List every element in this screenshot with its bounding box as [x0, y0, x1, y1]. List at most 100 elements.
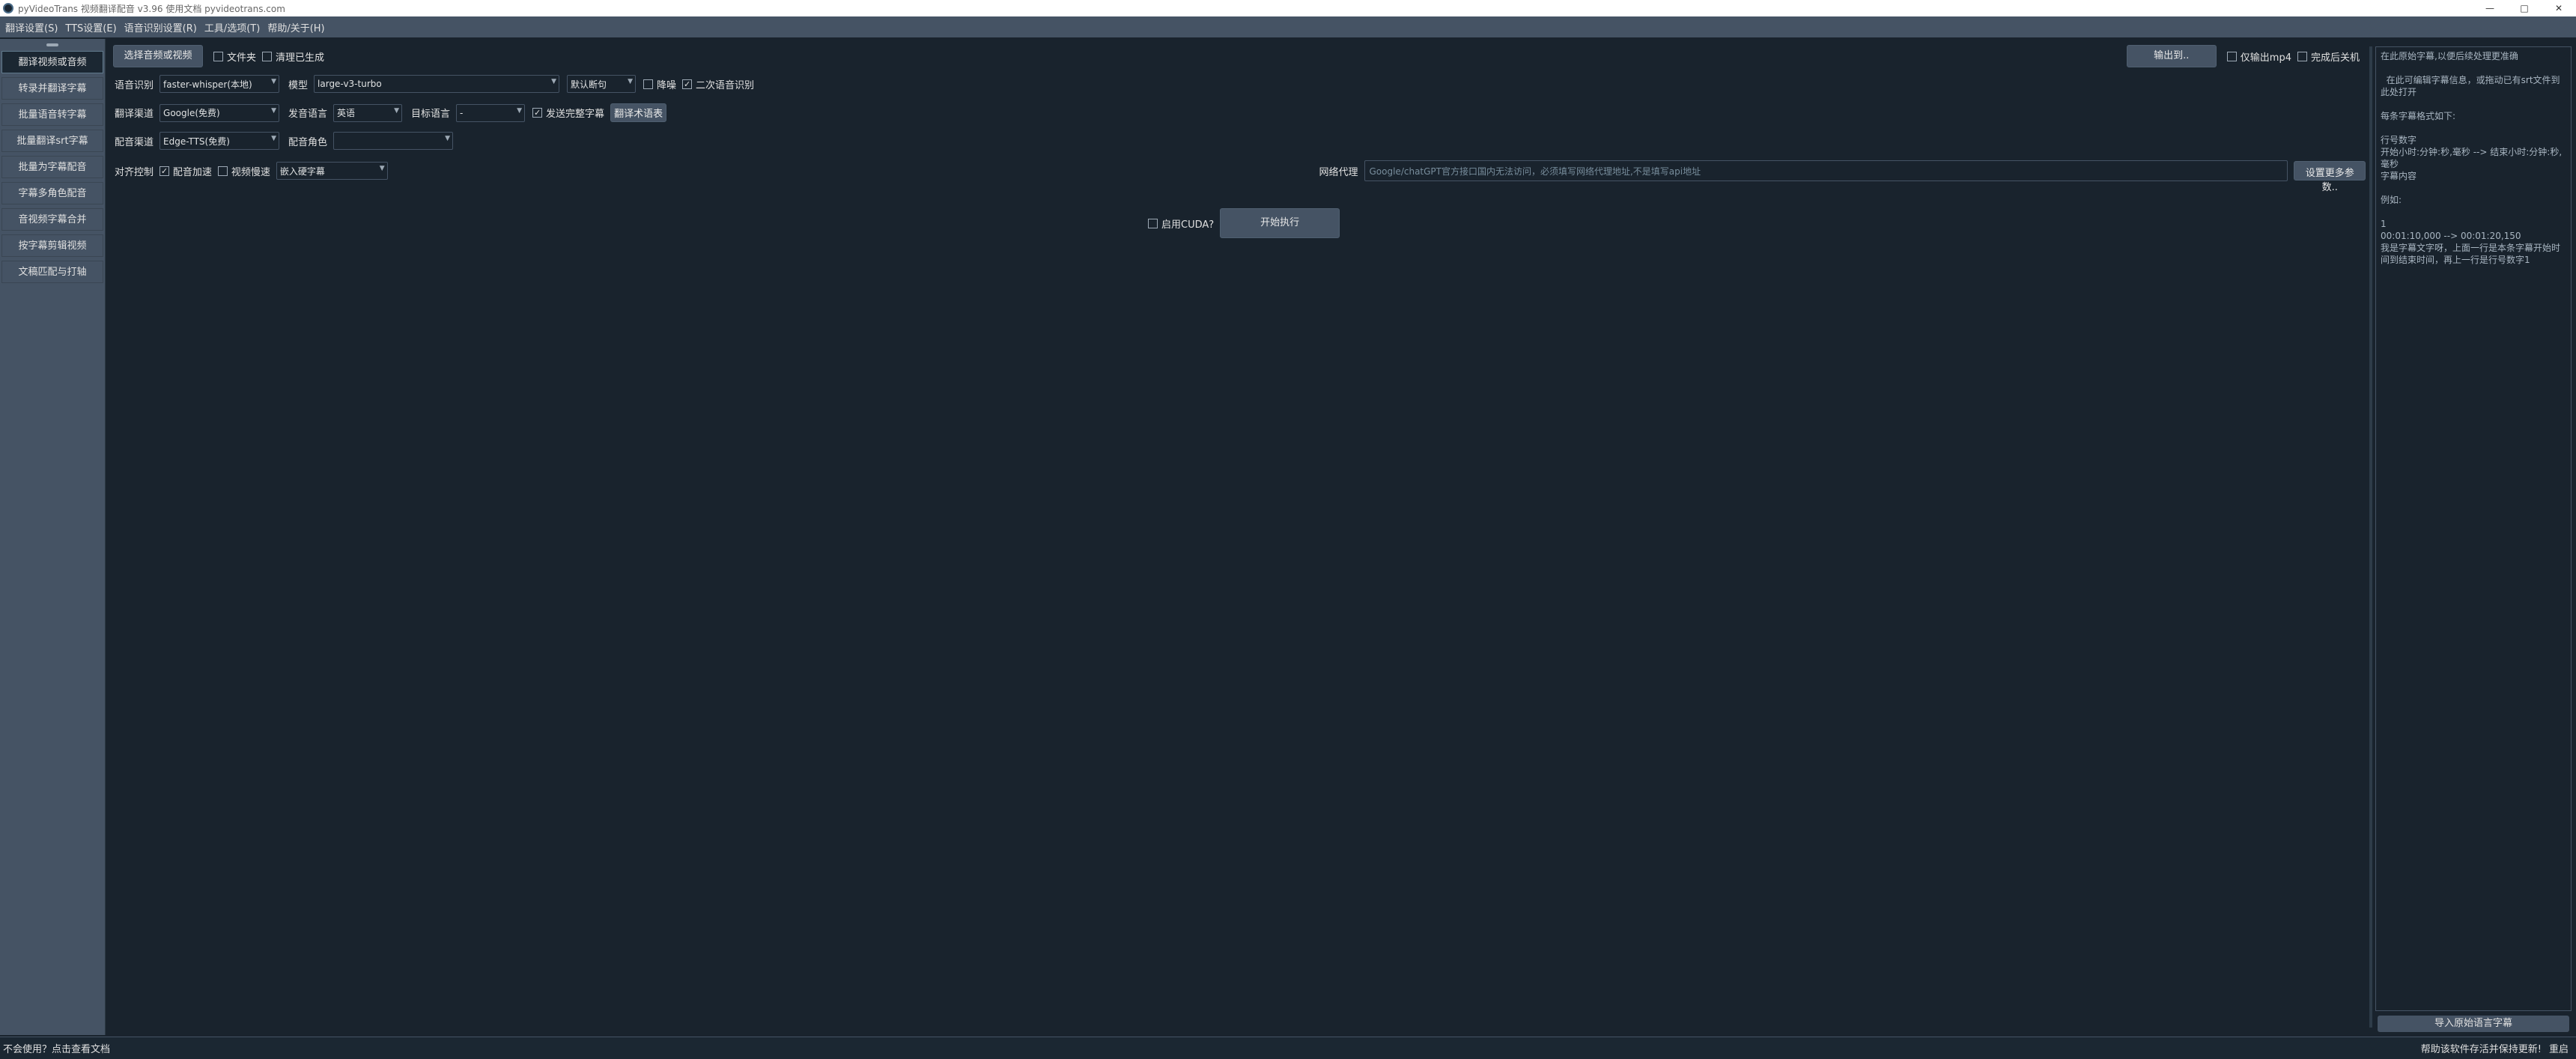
- split-select[interactable]: 默认断句 ▼: [567, 75, 637, 93]
- translate-select-value: Google(免费): [163, 108, 220, 118]
- main-panel: 选择音频或视频 文件夹 清理已生成 输出到.. 仅输出mp4 完成后关机 语音识…: [107, 39, 2369, 1035]
- folder-checkbox[interactable]: [213, 51, 223, 61]
- cuda-checkbox[interactable]: [1148, 218, 1158, 228]
- voice-role-label: 配音角色: [288, 136, 328, 148]
- send-full-checkbox[interactable]: ✓: [532, 108, 543, 118]
- menu-asr-settings[interactable]: 语音识别设置(R): [122, 20, 199, 34]
- sidebar-item-multi-role-dub[interactable]: 字幕多角色配音: [1, 182, 103, 204]
- model-select[interactable]: large-v3-turbo ▼: [314, 75, 560, 93]
- translate-label: 翻译渠道: [115, 109, 154, 120]
- model-select-value: large-v3-turbo: [318, 79, 382, 89]
- second-asr-label: 二次语音识别: [696, 79, 755, 91]
- sidebar-item-transcribe-translate[interactable]: 转录并翻译字幕: [1, 77, 103, 100]
- restart-link[interactable]: 重启: [2549, 1041, 2569, 1055]
- tts-select-value: Edge-TTS(免费): [163, 136, 230, 147]
- sidebar-item-batch-dub[interactable]: 批量为字幕配音: [1, 156, 103, 178]
- editor-line: 1: [2381, 219, 2387, 229]
- second-asr-checkbox[interactable]: ✓: [682, 79, 693, 89]
- output-to-button[interactable]: 输出到..: [2126, 45, 2217, 67]
- target-language-select[interactable]: - ▼: [456, 103, 526, 122]
- editor-line: 在此可编辑字幕信息，或拖动已有srt文件到此处打开: [2381, 75, 2560, 97]
- terms-button[interactable]: 翻译术语表: [610, 103, 667, 122]
- start-button[interactable]: 开始执行: [1220, 208, 1340, 238]
- speedup-label: 配音加速: [172, 166, 212, 178]
- clear-generated-label: 清理已生成: [276, 52, 325, 64]
- support-link[interactable]: 帮助该软件存活并保持更新!: [2421, 1041, 2542, 1055]
- model-label: 模型: [288, 79, 309, 91]
- row-source: 选择音频或视频 文件夹 清理已生成 输出到.. 仅输出mp4 完成后关机: [107, 45, 2366, 67]
- sidebar-item-cut-by-subtitle[interactable]: 按字幕剪辑视频: [1, 234, 103, 257]
- row-translate: 翻译渠道 Google(免费) ▼ 发音语言 英语 ▼ 目标语言 - ▼ ✓ 发送完整…: [107, 103, 667, 122]
- chevron-down-icon: ▼: [628, 78, 634, 85]
- only-mp4-checkbox[interactable]: [2226, 51, 2237, 61]
- subtitle-embed-value: 嵌入硬字幕: [279, 166, 325, 177]
- close-icon[interactable]: ✕: [2542, 3, 2576, 13]
- slow-video-label: 视频慢速: [231, 166, 270, 178]
- subtitle-editor[interactable]: 在此原始字幕,以便后续处理更准确 在此可编辑字幕信息，或拖动已有srt文件到此处…: [2375, 46, 2572, 1011]
- only-mp4-label: 仅输出mp4: [2240, 52, 2291, 64]
- editor-line: 我是字幕文字呀，上面一行是本条字幕开始时间到结束时间，再上一行是行号数字1: [2381, 243, 2561, 265]
- asr-label: 语音识别: [115, 79, 154, 91]
- menu-tools[interactable]: 工具/选项(T): [202, 20, 262, 34]
- slow-video-checkbox[interactable]: [217, 166, 228, 176]
- menu-translate-settings[interactable]: 翻译设置(S): [3, 20, 60, 34]
- split-select-value: 默认断句: [571, 79, 607, 90]
- tts-select[interactable]: Edge-TTS(免费) ▼: [160, 132, 280, 150]
- denoise-label: 降噪: [657, 79, 677, 91]
- proxy-label: 网络代理: [1319, 166, 1358, 178]
- maximize-icon[interactable]: □: [2507, 3, 2542, 13]
- folder-label: 文件夹: [227, 52, 257, 64]
- chevron-down-icon: ▼: [394, 106, 400, 115]
- proxy-input[interactable]: Google/chatGPT官方接口国内无法访问，必须填写网络代理地址,不是填写…: [1364, 160, 2288, 181]
- sidebar-item-av-merge[interactable]: 音视频字幕合并: [1, 208, 103, 231]
- row-asr: 语音识别 faster-whisper(本地) ▼ 模型 large-v3-tur…: [107, 75, 760, 93]
- source-language-label: 发音语言: [288, 109, 328, 120]
- select-media-button[interactable]: 选择音频或视频: [113, 45, 203, 67]
- editor-line: 在此原始字幕,以便后续处理更准确: [2381, 51, 2518, 61]
- target-language-value: -: [460, 107, 464, 118]
- asr-select[interactable]: faster-whisper(本地) ▼: [160, 75, 280, 93]
- status-bar: 不会使用？点击查看文档 帮助该软件存活并保持更新! 重启: [0, 1037, 2576, 1059]
- shutdown-label: 完成后关机: [2310, 52, 2360, 64]
- chevron-down-icon: ▼: [551, 78, 557, 85]
- more-params-button[interactable]: 设置更多参数..: [2294, 161, 2366, 193]
- voice-role-select[interactable]: ▼: [333, 132, 454, 150]
- editor-line: 例如:: [2381, 195, 2402, 205]
- row-tts: 配音渠道 Edge-TTS(免费) ▼ 配音角色 ▼: [107, 132, 454, 150]
- help-doc-link[interactable]: 不会使用？点击查看文档: [3, 1041, 2421, 1055]
- sidebar-item-translate-video[interactable]: 翻译视频或音频: [1, 51, 103, 73]
- panel-splitter[interactable]: [2369, 46, 2372, 1028]
- row-align: 对齐控制 ✓ 配音加速 视频慢速 嵌入硬字幕 ▼ 网络代理 Google/chat…: [107, 160, 2366, 193]
- shutdown-checkbox[interactable]: [2297, 51, 2307, 61]
- sidebar-item-batch-asr[interactable]: 批量语音转字幕: [1, 103, 103, 126]
- align-label: 对齐控制: [115, 166, 154, 178]
- source-language-value: 英语: [337, 108, 356, 118]
- target-language-label: 目标语言: [411, 109, 451, 120]
- chevron-down-icon: ▼: [271, 135, 277, 142]
- sidebar-item-batch-translate-srt[interactable]: 批量翻译srt字幕: [1, 130, 103, 152]
- source-language-select[interactable]: 英语 ▼: [333, 103, 403, 122]
- import-subtitle-button[interactable]: 导入原始语言字幕: [2378, 1016, 2569, 1032]
- editor-line: 开始小时:分钟:秒,毫秒 --> 结束小时:分钟:秒,毫秒: [2381, 147, 2563, 169]
- minimize-icon[interactable]: —: [2473, 3, 2507, 13]
- menu-tts-settings[interactable]: TTS设置(E): [63, 20, 118, 34]
- send-full-label: 发送完整字幕: [546, 109, 605, 120]
- chevron-down-icon: ▼: [271, 78, 277, 85]
- subtitle-embed-select[interactable]: 嵌入硬字幕 ▼: [276, 162, 388, 180]
- chevron-down-icon: ▼: [379, 165, 385, 172]
- sidebar: 翻译视频或音频 转录并翻译字幕 批量语音转字幕 批量翻译srt字幕 批量为字幕配…: [0, 39, 106, 1035]
- menu-help[interactable]: 帮助/关于(H): [265, 20, 326, 34]
- asr-select-value: faster-whisper(本地): [163, 79, 252, 90]
- sidebar-item-text-align[interactable]: 文稿匹配与打轴: [1, 261, 103, 283]
- clear-generated-checkbox[interactable]: [262, 51, 273, 61]
- sidebar-grip-icon[interactable]: [46, 43, 58, 46]
- row-run: 启用CUDA? 开始执行: [1148, 208, 1340, 238]
- translate-select[interactable]: Google(免费) ▼: [160, 103, 280, 122]
- chevron-down-icon: ▼: [517, 106, 523, 115]
- denoise-checkbox[interactable]: [643, 79, 654, 89]
- speedup-checkbox[interactable]: ✓: [160, 166, 169, 176]
- chevron-down-icon: ▼: [445, 135, 451, 142]
